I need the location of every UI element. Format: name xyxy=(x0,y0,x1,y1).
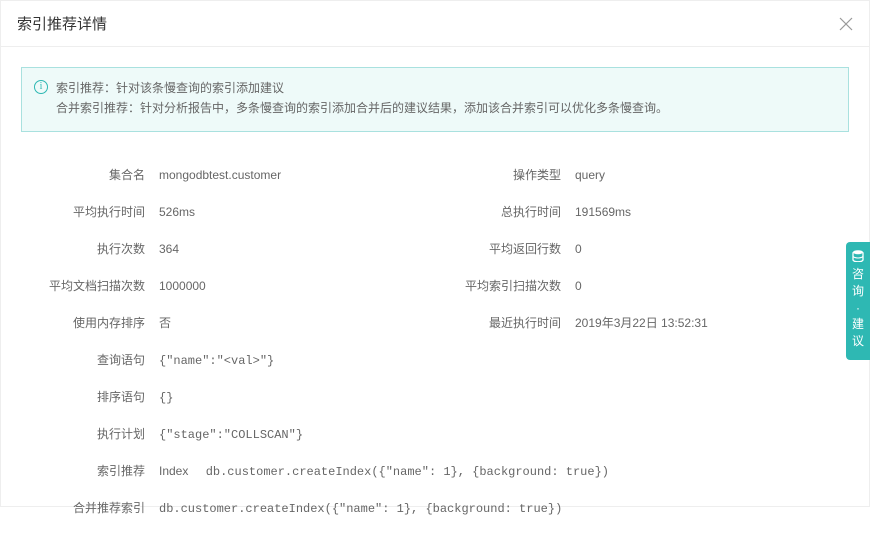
field-row: 执行次数 364 平均返回行数 0 xyxy=(21,240,849,257)
field-row: 集合名 mongodbtest.customer 操作类型 query xyxy=(21,166,849,183)
field-cell: 平均执行时间 526ms xyxy=(21,203,435,220)
field-row: 索引推荐 Index db.customer.createIndex({"nam… xyxy=(21,462,849,479)
field-value: query xyxy=(575,168,605,182)
database-icon xyxy=(851,250,865,262)
field-cell: 使用内存排序 否 xyxy=(21,314,435,331)
field-label: 平均索引扫描次数 xyxy=(435,277,575,294)
modal-header: 索引推荐详情 xyxy=(1,1,869,47)
field-row: 平均文档扫描次数 1000000 平均索引扫描次数 0 xyxy=(21,277,849,294)
field-value: 否 xyxy=(159,314,171,331)
feedback-side-tab[interactable]: 咨询·建议 xyxy=(846,242,870,360)
field-value: 1000000 xyxy=(159,279,206,293)
field-value: mongodbtest.customer xyxy=(159,168,281,182)
field-label: 索引推荐 xyxy=(21,462,159,479)
index-recommendation-modal: 索引推荐详情 i 索引推荐：针对该条慢查询的索引添加建议 合并索引推荐：针对分析… xyxy=(0,0,870,507)
index-prefix: Index xyxy=(159,464,202,478)
field-cell: 总执行时间 191569ms xyxy=(435,203,849,220)
field-row: 平均执行时间 526ms 总执行时间 191569ms xyxy=(21,203,849,220)
field-value: 0 xyxy=(575,242,582,256)
field-row: 使用内存排序 否 最近执行时间 2019年3月22日 13:52:31 xyxy=(21,314,849,331)
field-label: 平均文档扫描次数 xyxy=(21,277,159,294)
field-cell: 平均文档扫描次数 1000000 xyxy=(21,277,435,294)
field-cell: 平均索引扫描次数 0 xyxy=(435,277,849,294)
field-label: 平均执行时间 xyxy=(21,203,159,220)
field-label: 排序语句 xyxy=(21,388,159,405)
field-cell: 集合名 mongodbtest.customer xyxy=(21,166,435,183)
field-label: 集合名 xyxy=(21,166,159,183)
field-label: 操作类型 xyxy=(435,166,575,183)
info-line-2: 合并索引推荐：针对分析报告中，多条慢查询的索引添加合并后的建议结果，添加该合并索… xyxy=(56,98,668,118)
info-icon: i xyxy=(34,80,48,94)
index-code: db.customer.createIndex({"name": 1}, {ba… xyxy=(206,465,609,479)
field-value: Index db.customer.createIndex({"name": 1… xyxy=(159,464,609,479)
field-value: {} xyxy=(159,391,173,405)
info-banner: i 索引推荐：针对该条慢查询的索引添加建议 合并索引推荐：针对分析报告中，多条慢… xyxy=(21,67,849,132)
field-cell: 平均返回行数 0 xyxy=(435,240,849,257)
field-value: 364 xyxy=(159,242,179,256)
field-cell: 操作类型 query xyxy=(435,166,849,183)
close-icon[interactable] xyxy=(839,17,853,31)
side-tab-text: 咨询·建议 xyxy=(846,266,870,350)
field-label: 查询语句 xyxy=(21,351,159,368)
field-row: 查询语句 {"name":"<val>"} xyxy=(21,351,849,368)
modal-body: i 索引推荐：针对该条慢查询的索引添加建议 合并索引推荐：针对分析报告中，多条慢… xyxy=(1,47,869,546)
fields: 集合名 mongodbtest.customer 操作类型 query 平均执行… xyxy=(21,166,849,516)
field-value: 2019年3月22日 13:52:31 xyxy=(575,314,708,331)
field-label: 执行计划 xyxy=(21,425,159,442)
info-line-1: 索引推荐：针对该条慢查询的索引添加建议 xyxy=(56,78,668,98)
field-label: 平均返回行数 xyxy=(435,240,575,257)
field-row: 排序语句 {} xyxy=(21,388,849,405)
field-label: 合并推荐索引 xyxy=(21,499,159,516)
field-cell: 最近执行时间 2019年3月22日 13:52:31 xyxy=(435,314,849,331)
field-value: 0 xyxy=(575,279,582,293)
field-row: 执行计划 {"stage":"COLLSCAN"} xyxy=(21,425,849,442)
field-label: 执行次数 xyxy=(21,240,159,257)
field-value: db.customer.createIndex({"name": 1}, {ba… xyxy=(159,502,562,516)
field-row: 合并推荐索引 db.customer.createIndex({"name": … xyxy=(21,499,849,516)
field-label: 总执行时间 xyxy=(435,203,575,220)
field-value: 191569ms xyxy=(575,205,631,219)
info-text: 索引推荐：针对该条慢查询的索引添加建议 合并索引推荐：针对分析报告中，多条慢查询… xyxy=(56,78,668,119)
field-label: 最近执行时间 xyxy=(435,314,575,331)
field-label: 使用内存排序 xyxy=(21,314,159,331)
modal-title: 索引推荐详情 xyxy=(17,13,107,34)
field-cell: 执行次数 364 xyxy=(21,240,435,257)
field-value: {"stage":"COLLSCAN"} xyxy=(159,428,303,442)
field-value: 526ms xyxy=(159,205,195,219)
field-value: {"name":"<val>"} xyxy=(159,354,274,368)
